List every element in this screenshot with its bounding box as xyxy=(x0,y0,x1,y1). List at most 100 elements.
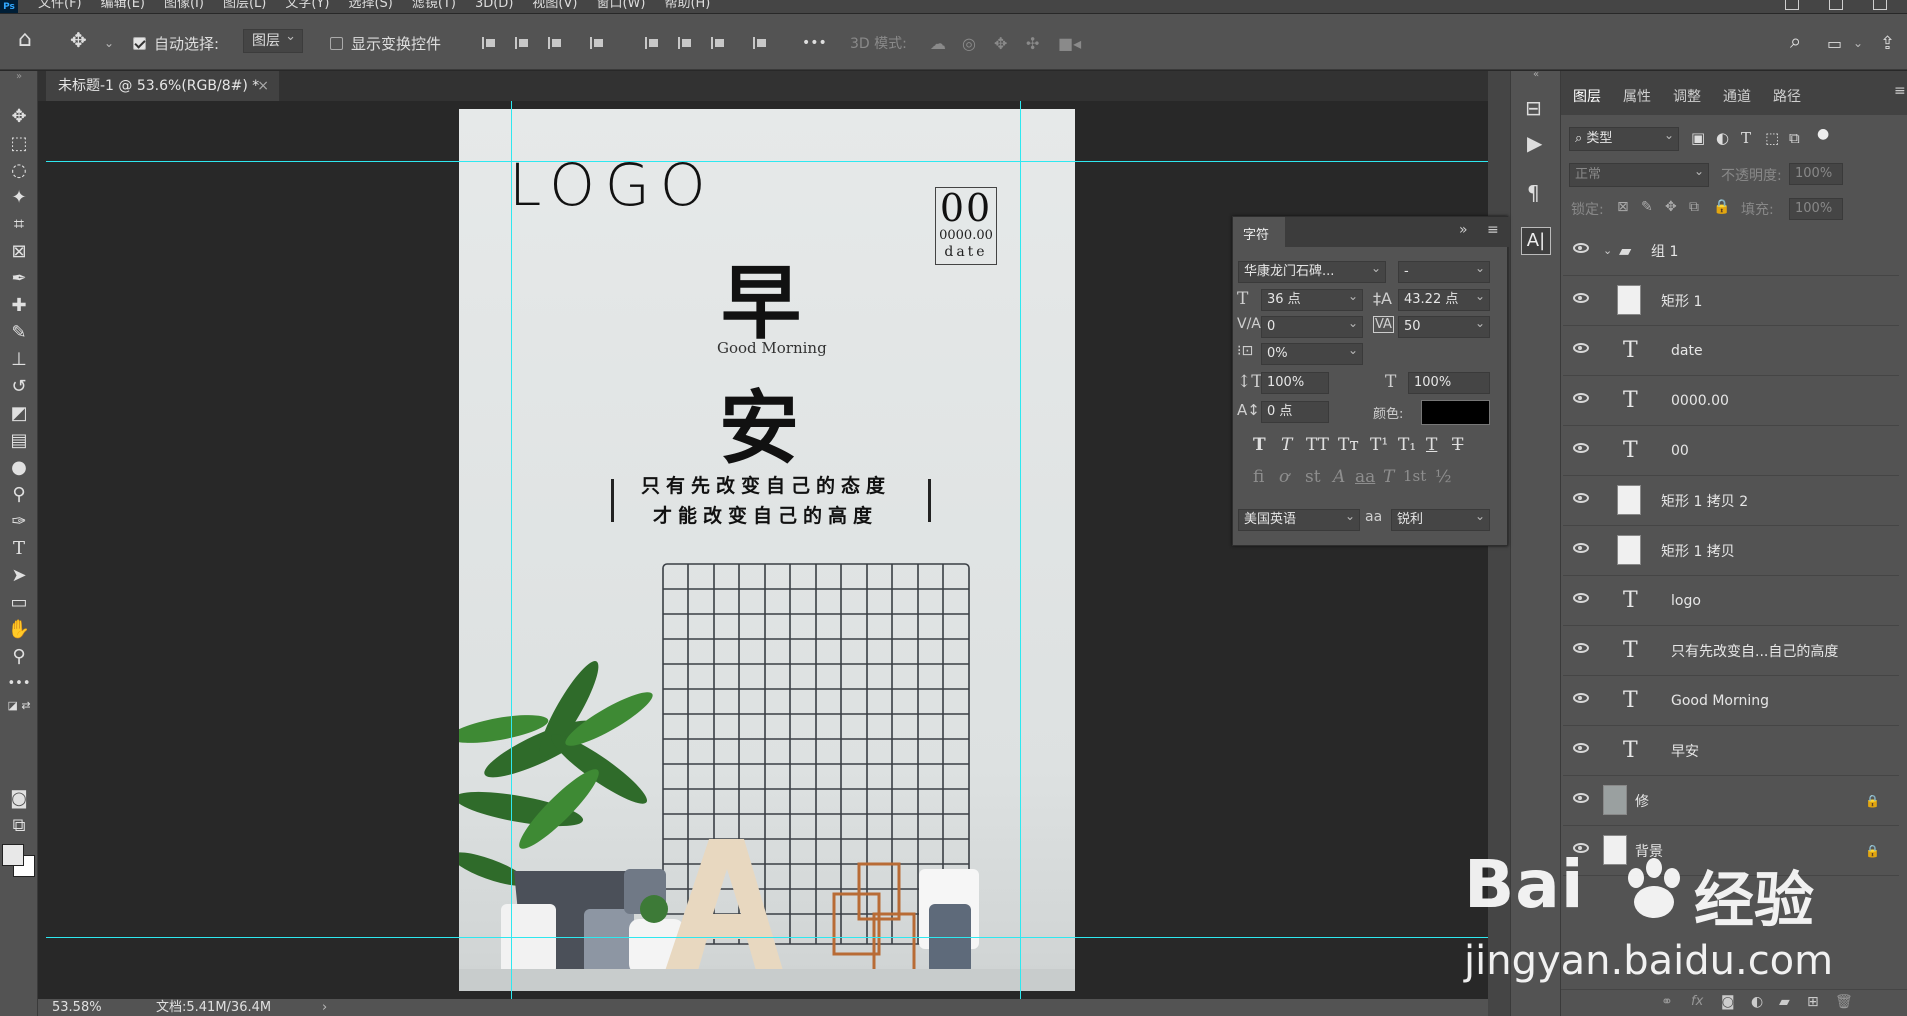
checkbox-checked-icon[interactable] xyxy=(133,36,146,50)
type-tool-icon[interactable]: T xyxy=(6,537,32,561)
guide-vertical-right[interactable] xyxy=(1020,101,1021,999)
search-icon[interactable]: ⌕ xyxy=(1790,29,1801,53)
status-chevron-icon[interactable]: › xyxy=(322,999,327,1016)
guide-horizontal-top[interactable] xyxy=(46,161,1488,162)
menu-type[interactable]: 文字(Y) xyxy=(285,0,329,10)
poster-document[interactable]: LOGO 00 0000.00 date 早 Good Morning 安 只有… xyxy=(459,109,1075,991)
edit-toolbar-icon[interactable]: ••• xyxy=(6,672,32,696)
auto-select-checkbox[interactable]: 自动选择: xyxy=(133,32,219,54)
lasso-tool-icon[interactable]: ◌ xyxy=(6,159,32,183)
font-style-dropdown[interactable]: - xyxy=(1398,258,1490,283)
visibility-eye-icon[interactable] xyxy=(1573,693,1589,703)
fill-field[interactable]: 100% xyxy=(1789,198,1843,220)
eyedropper-tool-icon[interactable]: ✒ xyxy=(6,267,32,291)
superscript-button[interactable]: T¹ xyxy=(1370,435,1388,455)
align-top-icon[interactable] xyxy=(645,32,659,54)
quick-mask-icon[interactable]: ◙ xyxy=(6,787,32,811)
fractions-button[interactable]: ½ xyxy=(1435,467,1451,487)
group-expand-chevron-icon[interactable]: ⌄ xyxy=(1603,244,1612,257)
menu-edit[interactable]: 编辑(E) xyxy=(101,0,145,10)
distribute-icon[interactable] xyxy=(590,32,604,54)
align-vcenter-icon[interactable] xyxy=(678,32,692,54)
layer-row[interactable]: Tlogo xyxy=(1563,576,1899,626)
layer-row[interactable]: T Good Morning xyxy=(1563,676,1899,726)
font-size-field[interactable]: 36 点 xyxy=(1261,286,1363,311)
collapse-panel-icon[interactable]: » xyxy=(1459,222,1468,238)
guide-vertical-left[interactable] xyxy=(511,101,512,999)
tracking-field[interactable]: 50 xyxy=(1398,313,1490,338)
close-button[interactable] xyxy=(1873,0,1887,10)
align-right-icon[interactable] xyxy=(548,32,562,54)
share-icon[interactable]: ⇪ xyxy=(1880,32,1895,54)
clone-stamp-tool-icon[interactable]: ⊥ xyxy=(6,348,32,372)
3d-roll-icon[interactable]: ◎ xyxy=(962,32,976,54)
screen-mode-icon[interactable]: ⧉ xyxy=(6,814,32,838)
layer-row[interactable]: ⌄ ▰ 组 1 xyxy=(1563,226,1899,276)
visibility-eye-icon[interactable] xyxy=(1573,493,1589,503)
layer-filter-dropdown[interactable]: ⌕ 类型 xyxy=(1569,124,1679,151)
lock-pixels-icon[interactable]: ✎ xyxy=(1641,199,1653,215)
filter-adjustment-icon[interactable]: ◐ xyxy=(1716,129,1729,147)
layer-row[interactable]: T 只有先改变自...自己的高度 xyxy=(1563,626,1899,676)
actions-panel-icon[interactable]: ▶ xyxy=(1527,131,1542,155)
path-selection-tool-icon[interactable]: ➤ xyxy=(6,564,32,588)
brush-tool-icon[interactable]: ✎ xyxy=(6,321,32,345)
lock-transparent-icon[interactable]: ⊠ xyxy=(1617,199,1629,215)
visibility-eye-icon[interactable] xyxy=(1573,743,1589,753)
visibility-eye-icon[interactable] xyxy=(1573,343,1589,353)
antialias-dropdown[interactable]: 锐利 xyxy=(1391,506,1490,531)
tsume-field[interactable]: 0% xyxy=(1261,340,1363,365)
layer-row[interactable]: Tdate xyxy=(1563,326,1899,376)
restore-button[interactable] xyxy=(1829,0,1843,10)
auto-select-target-dropdown[interactable]: 图层 xyxy=(243,26,303,53)
subscript-button[interactable]: T₁ xyxy=(1398,435,1416,455)
close-tab-icon[interactable]: × xyxy=(257,71,269,101)
leading-field[interactable]: 43.22 点 xyxy=(1398,286,1490,311)
faux-italic-button[interactable]: T xyxy=(1281,435,1292,455)
menu-filter[interactable]: 滤镜(T) xyxy=(412,0,456,10)
foreground-color-swatch[interactable] xyxy=(2,844,24,866)
vertical-scale-field[interactable]: 100% xyxy=(1261,372,1329,394)
lock-all-icon[interactable]: 🔒 xyxy=(1713,199,1730,215)
visibility-eye-icon[interactable] xyxy=(1573,243,1589,253)
underline-button[interactable]: T xyxy=(1426,435,1437,455)
panel-menu-icon[interactable]: ≡ xyxy=(1894,83,1906,99)
align-bottom-icon[interactable] xyxy=(711,32,725,54)
visibility-eye-icon[interactable] xyxy=(1573,393,1589,403)
document-tab[interactable]: 未标题-1 @ 53.6%(RGB/8#) * × xyxy=(46,71,280,101)
stylistic-alternates-button[interactable]: aa xyxy=(1355,467,1375,487)
layer-row[interactable]: 修 🔒 xyxy=(1563,776,1899,826)
layer-row[interactable]: T 0000.00 xyxy=(1563,376,1899,426)
faux-bold-button[interactable]: T xyxy=(1253,435,1266,455)
filter-toggle-icon[interactable]: ● xyxy=(1817,126,1829,144)
align-hcenter-icon[interactable] xyxy=(515,32,529,54)
crop-tool-icon[interactable]: ⌗ xyxy=(6,213,32,237)
visibility-eye-icon[interactable] xyxy=(1573,793,1589,803)
tab-layers[interactable]: 图层 xyxy=(1573,86,1601,106)
layer-row[interactable]: T 00 xyxy=(1563,426,1899,476)
distribute-vertical-icon[interactable] xyxy=(753,32,767,54)
filter-type-icon[interactable]: T xyxy=(1741,129,1751,147)
menu-select[interactable]: 选择(S) xyxy=(348,0,392,10)
move-tool-icon[interactable]: ✥ xyxy=(6,105,32,129)
character-menu-icon[interactable]: ≡ xyxy=(1487,222,1499,238)
all-caps-button[interactable]: TT xyxy=(1306,435,1329,455)
3d-slide-icon[interactable]: ✣ xyxy=(1026,32,1039,54)
lock-artboard-icon[interactable]: ⧉ xyxy=(1689,199,1699,215)
3d-pan-icon[interactable]: ✥ xyxy=(994,32,1007,54)
language-dropdown[interactable]: 美国英语 xyxy=(1238,506,1360,531)
workspace-chevron-icon[interactable]: ⌄ xyxy=(1853,32,1863,54)
layer-row[interactable]: 矩形 1 拷贝 2 xyxy=(1563,476,1899,526)
menu-image[interactable]: 图像(I) xyxy=(164,0,204,10)
menu-file[interactable]: 文件(F) xyxy=(38,0,82,10)
menu-view[interactable]: 视图(V) xyxy=(532,0,577,10)
visibility-eye-icon[interactable] xyxy=(1573,293,1589,303)
tool-preset-chevron-icon[interactable]: ⌄ xyxy=(104,32,114,54)
menu-3d[interactable]: 3D(D) xyxy=(475,0,513,10)
kerning-field[interactable]: 0 xyxy=(1261,313,1363,338)
dodge-tool-icon[interactable]: ⚲ xyxy=(6,483,32,507)
historical-ligatures-button[interactable]: st xyxy=(1305,467,1321,487)
checkbox-unchecked-icon[interactable] xyxy=(330,36,343,50)
opacity-field[interactable]: 100% xyxy=(1789,163,1843,185)
blur-tool-icon[interactable]: ● xyxy=(6,456,32,480)
